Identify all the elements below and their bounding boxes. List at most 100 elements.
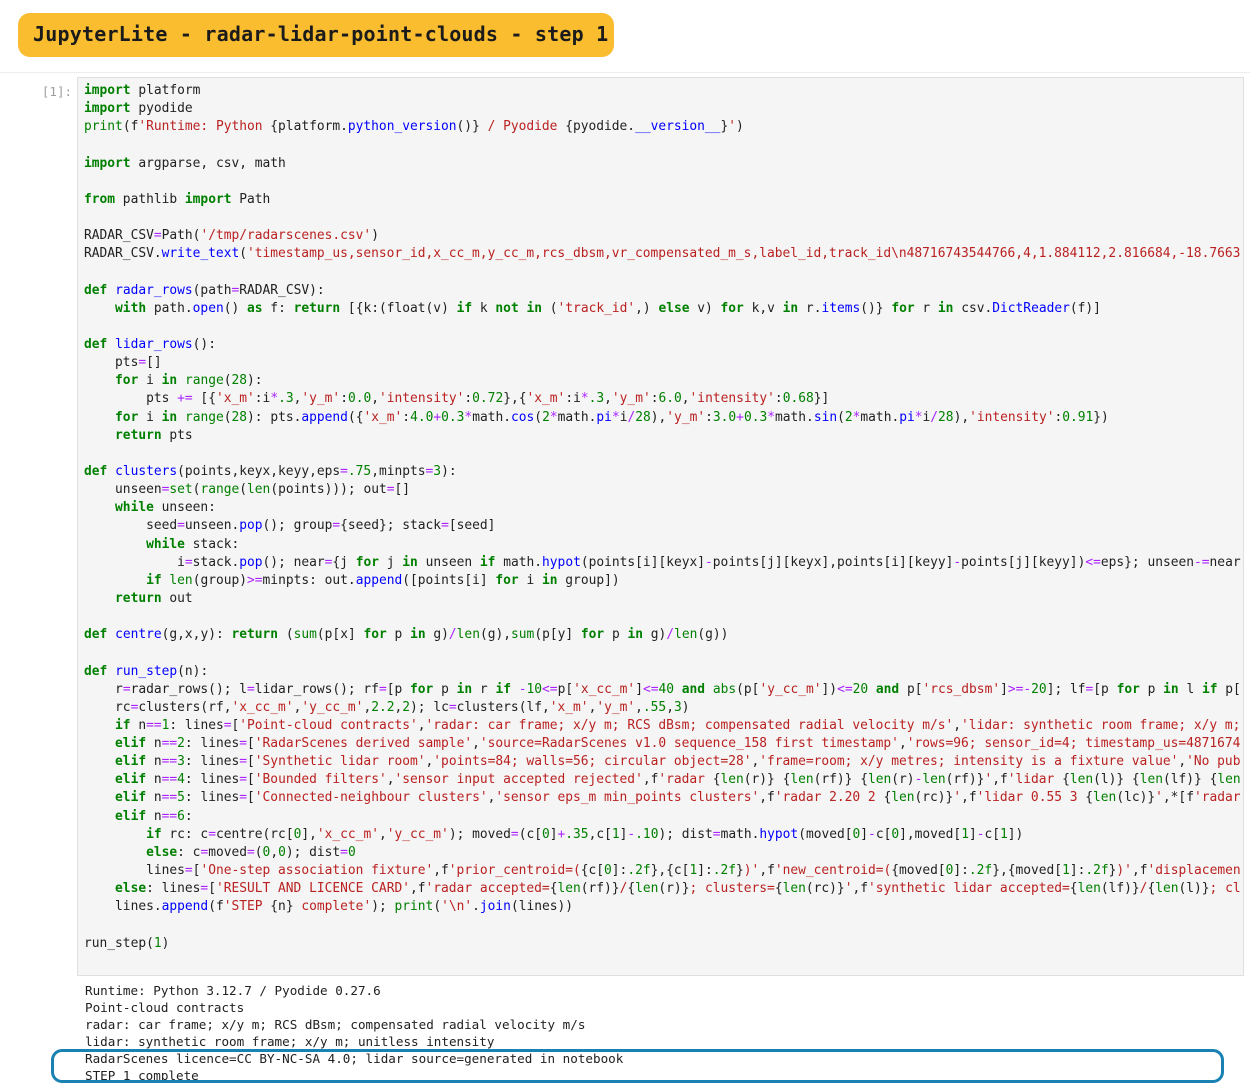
code-token: len [782, 881, 806, 897]
code-line[interactable] [84, 445, 1243, 463]
code-token: 4.0 [410, 409, 434, 425]
code-line[interactable]: def radar_rows(path=RADAR_CSV): [84, 282, 1243, 300]
output-line: STEP 1 complete [85, 1068, 199, 1083]
code-token: (path [192, 282, 232, 298]
code-token: * [611, 409, 620, 425]
code-line[interactable]: while unseen: [84, 499, 1243, 517]
code-token: . [472, 899, 480, 915]
code-token: {j [332, 554, 356, 570]
code-line[interactable] [84, 173, 1243, 191]
code-line[interactable]: def clusters(points,keyx,keyy,eps=.75,mi… [84, 463, 1243, 481]
code-token: v) [689, 300, 721, 316]
code-token: { [774, 881, 783, 897]
code-token: ); lc [410, 699, 449, 715]
code-token: 'synthetic lidar accepted= [868, 881, 1070, 897]
code-line[interactable] [84, 916, 1243, 934]
code-line[interactable] [84, 644, 1243, 662]
code-text[interactable]: import platform import pyodide print(f'Run… [78, 78, 1243, 953]
code-token: r. [798, 300, 822, 316]
code-token: len [1077, 881, 1101, 897]
code-line[interactable]: from pathlib import Path [84, 191, 1243, 209]
code-token: points[j][keyy]) [961, 554, 1086, 570]
code-line[interactable] [84, 608, 1243, 626]
code-line[interactable]: if len(group)>=minpts: out.append([point… [84, 572, 1243, 590]
code-token: , [472, 736, 480, 752]
code-token: = [239, 754, 248, 770]
code-token: 'x_cc_m' [316, 826, 379, 842]
code-token: (r)} [658, 881, 690, 897]
code-line[interactable]: elif n==5: lines=['Connected-neighbour c… [84, 789, 1243, 807]
code-token: 0 [278, 844, 286, 860]
code-token: 'Connected-neighbour clusters' [254, 790, 488, 806]
code-token: ); dist [285, 844, 341, 860]
code-line[interactable]: elif n==6: [84, 808, 1243, 826]
code-token: .2f [627, 863, 651, 879]
code-token: { [1069, 881, 1078, 897]
code-token: minpts: out. [262, 572, 356, 588]
code-token: : [402, 409, 411, 425]
code-token: : lines [146, 881, 201, 897]
code-token: :i [254, 391, 271, 407]
code-token: 'y_m' [611, 391, 651, 407]
code-token: 'One-step association fixture' [200, 863, 434, 879]
code-line[interactable]: import platform [84, 82, 1243, 100]
code-token: join [479, 899, 511, 915]
code-cell-editor[interactable]: import platform import pyodide print(f'Run… [77, 77, 1244, 976]
code-line[interactable]: elif n==2: lines=['RadarScenes derived s… [84, 735, 1243, 753]
code-token: )' [1116, 863, 1132, 879]
code-line[interactable]: elif n==4: lines=['Bounded filters','sen… [84, 771, 1243, 789]
code-line[interactable]: else: lines=['RESULT AND LICENCE CARD',f… [84, 880, 1243, 898]
code-line[interactable]: RADAR_CSV=Path('/tmp/radarscenes.csv') [84, 227, 1243, 245]
code-line[interactable]: pts=[] [84, 354, 1243, 372]
code-line[interactable]: elif n==3: lines=['Synthetic lidar room'… [84, 753, 1243, 771]
code-line[interactable]: unseen=set(range(len(points))); out=[] [84, 481, 1243, 499]
code-line[interactable]: if rc: c=centre(rc[0],'x_cc_m','y_cc_m')… [84, 826, 1243, 844]
code-line[interactable]: else: c=moved=(0,0); dist=0 [84, 844, 1243, 862]
code-line[interactable]: def centre(g,x,y): return (sum(p[x] for … [84, 626, 1243, 644]
code-line[interactable] [84, 209, 1243, 227]
code-line[interactable]: rc=clusters(rf,'x_cc_m','y_cc_m',2.2,2);… [84, 699, 1243, 717]
code-line[interactable] [84, 136, 1243, 154]
code-line[interactable]: import pyodide [84, 100, 1243, 118]
code-line[interactable]: while stack: [84, 536, 1243, 554]
code-line[interactable]: pts += [{'x_m':i*.3,'y_m':0.0,'intensity… [84, 390, 1243, 408]
code-token: / [666, 627, 675, 643]
code-line[interactable]: lines=['One-step association fixture',f'… [84, 862, 1243, 880]
code-line[interactable]: return pts [84, 427, 1243, 445]
code-line[interactable]: print(f'Runtime: Python {platform.python… [84, 118, 1243, 136]
code-token: len [1217, 772, 1241, 788]
code-line[interactable]: if n==1: lines=['Point-cloud contracts',… [84, 717, 1243, 735]
code-line[interactable]: i=stack.pop(); near={j for j in unseen i… [84, 554, 1243, 572]
code-line[interactable]: for i in range(28): pts.append({'x_m':4.… [84, 409, 1243, 427]
code-line[interactable] [84, 263, 1243, 281]
code-token: 'radar [658, 772, 713, 788]
code-token: , [898, 736, 907, 752]
code-token: ( [239, 246, 247, 262]
code-token: 'y_cc_m' [386, 826, 449, 842]
code-line[interactable]: with path.open() as f: return [{k:(float… [84, 300, 1243, 318]
code-line[interactable]: for i in range(28): [84, 372, 1243, 390]
code-line[interactable] [84, 318, 1243, 336]
code-token: ()} [456, 119, 488, 135]
code-token: -= [1194, 554, 1210, 570]
code-line[interactable]: def run_step(n): [84, 663, 1243, 681]
code-token: 3 [673, 699, 682, 715]
code-line[interactable]: run_step(1) [84, 935, 1243, 953]
code-token: (moved[ [798, 826, 853, 842]
code-token: (rf)} [580, 881, 620, 897]
code-token: lidar_rows(); rf [254, 681, 379, 697]
code-token: ] [549, 826, 558, 842]
code-line[interactable]: import argparse, csv, math [84, 155, 1243, 173]
code-token: lines [84, 863, 185, 879]
code-line[interactable]: RADAR_CSV.write_text('timestamp_us,senso… [84, 245, 1243, 263]
code-token: sum [511, 627, 535, 643]
code-token: '\n' [441, 899, 473, 915]
code-token: .10 [635, 826, 659, 842]
code-line[interactable]: return out [84, 590, 1243, 608]
code-line[interactable]: def lidar_rows(): [84, 336, 1243, 354]
code-token: g) [425, 627, 449, 643]
code-line[interactable]: r=radar_rows(); l=lidar_rows(); rf=[p fo… [84, 681, 1243, 699]
code-line[interactable]: seed=unseen.pop(); group={seed}; stack=[… [84, 517, 1243, 535]
code-token: elif [115, 736, 147, 752]
code-line[interactable]: lines.append(f'STEP {n} complete'); prin… [84, 898, 1243, 916]
